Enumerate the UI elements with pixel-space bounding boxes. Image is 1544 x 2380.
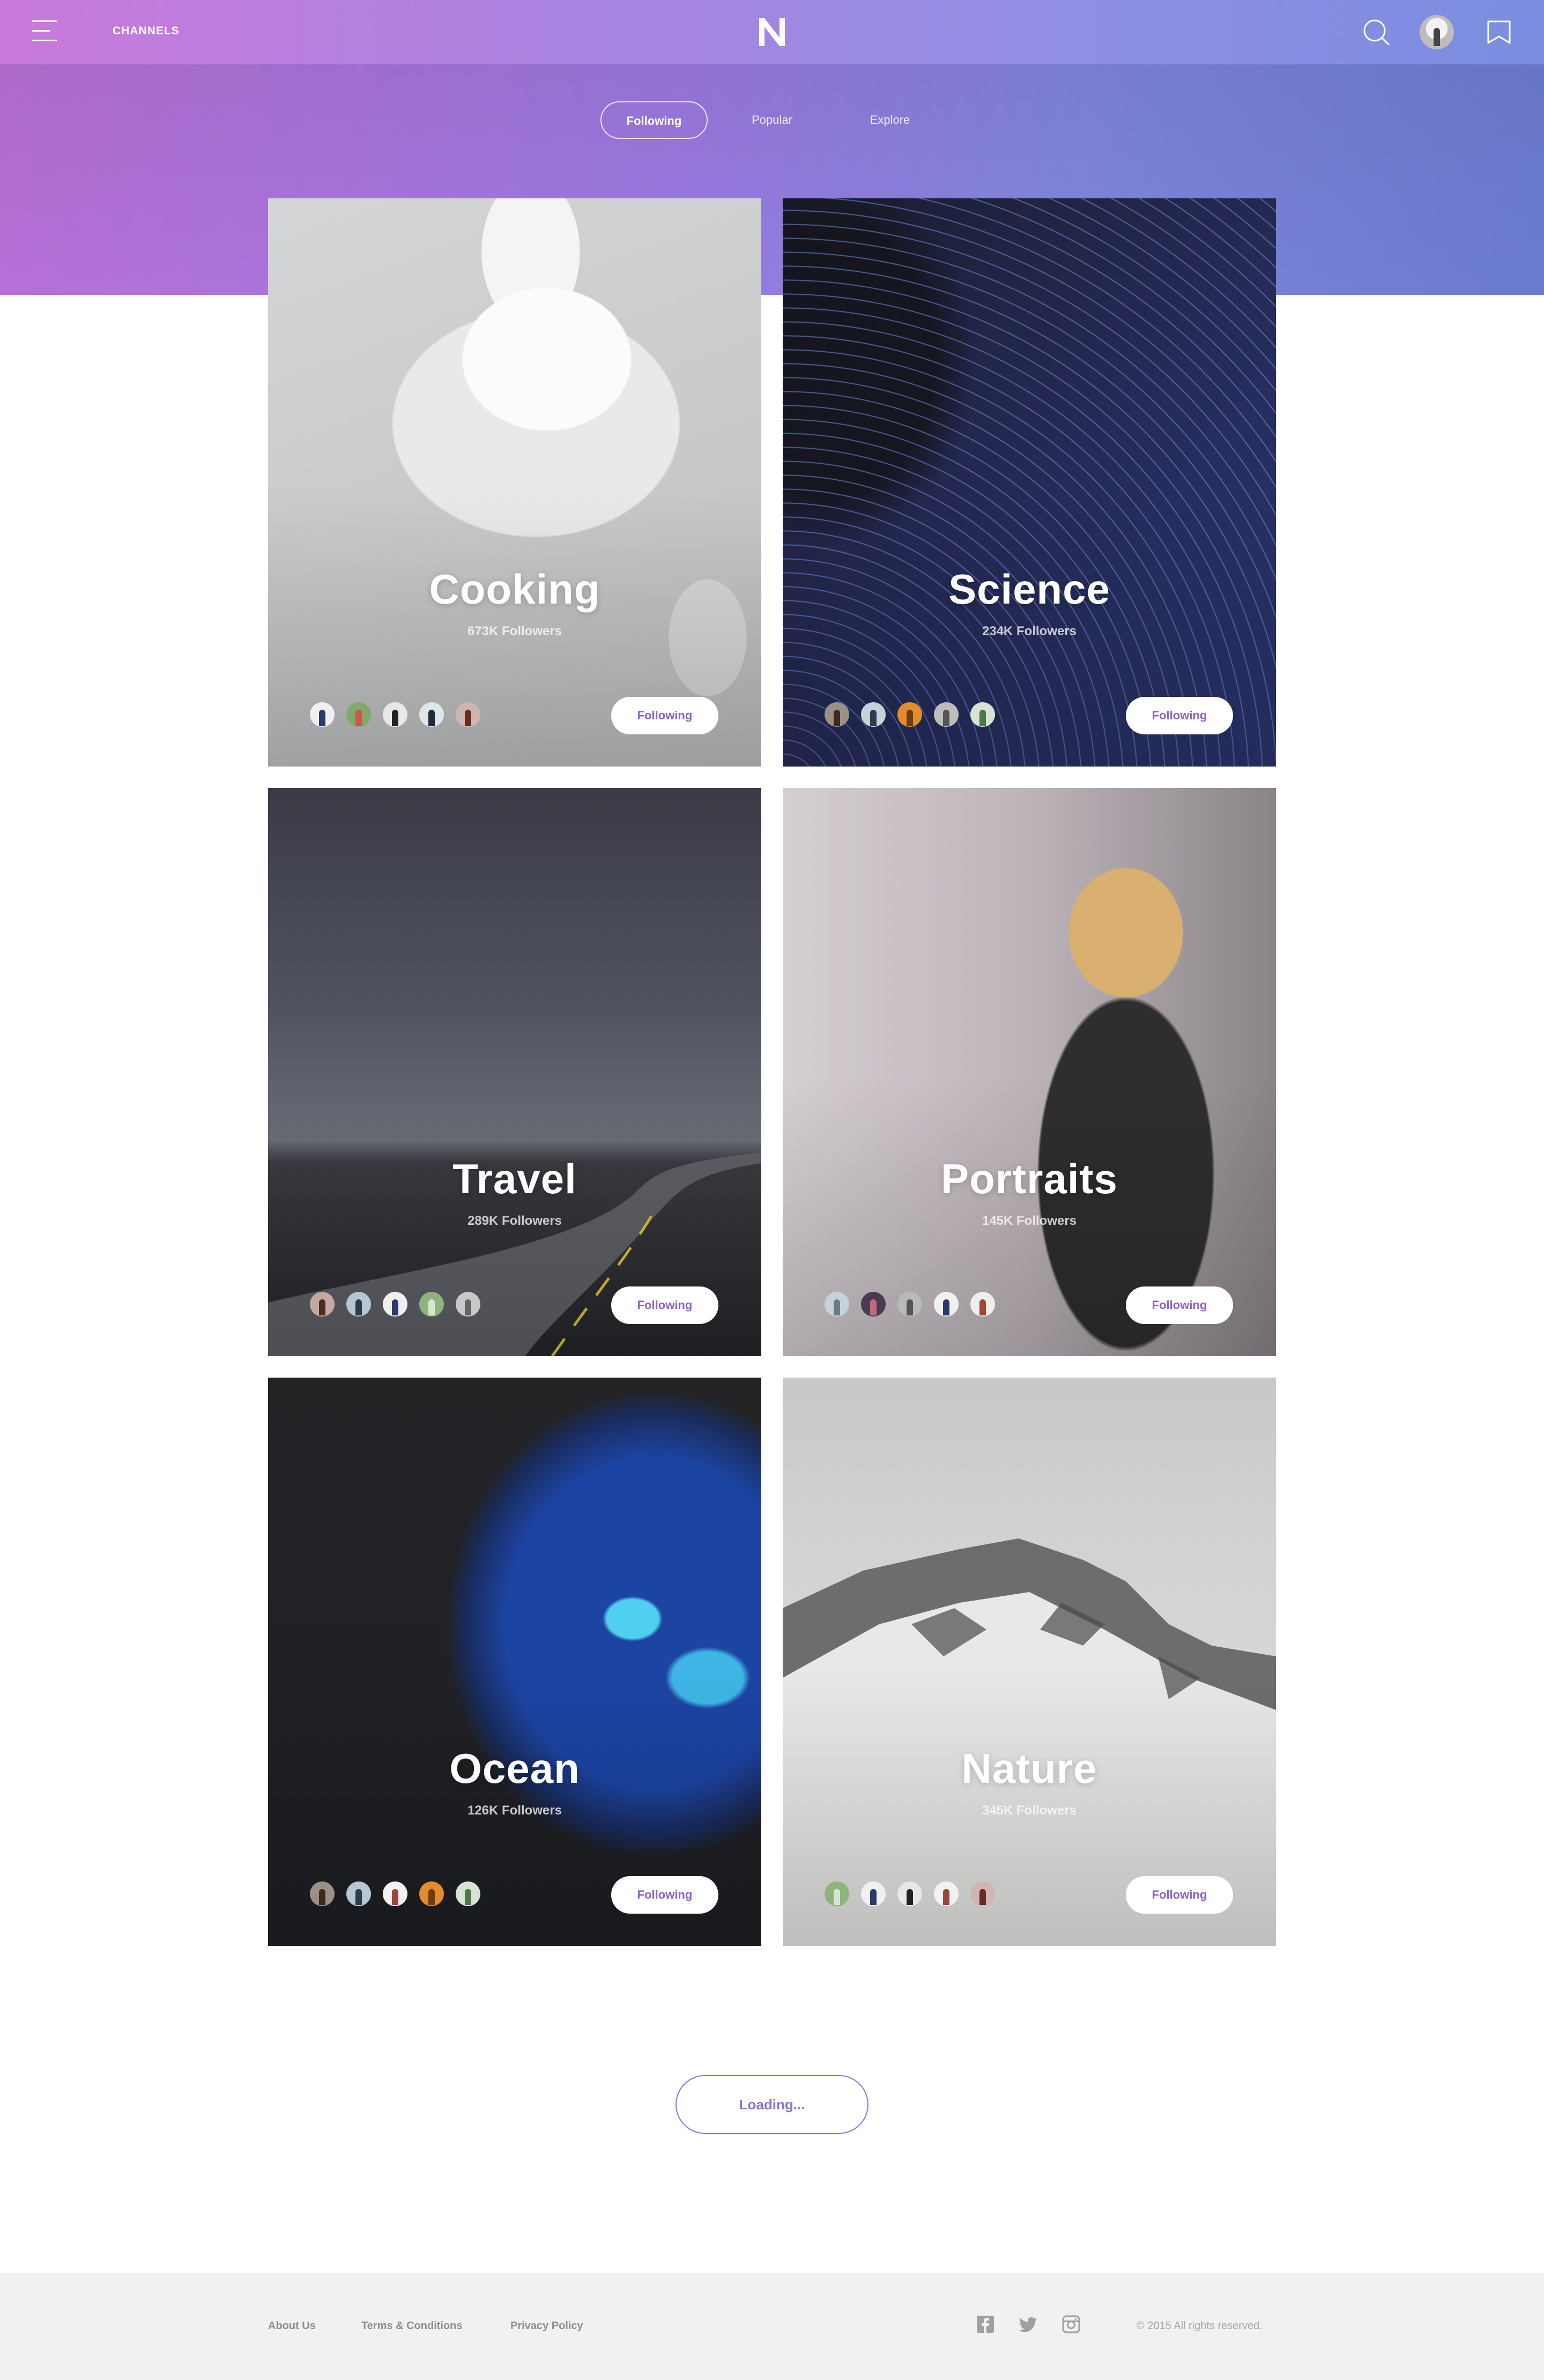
avatar[interactable] (310, 702, 335, 727)
following-button[interactable]: Following (611, 1286, 718, 1324)
avatar[interactable] (861, 1881, 886, 1906)
card-followers: 234K Followers (982, 624, 1077, 638)
following-button[interactable]: Following (1126, 1876, 1233, 1914)
following-button[interactable]: Following (1126, 697, 1233, 734)
card-followers: 289K Followers (467, 1214, 562, 1228)
avatar[interactable] (825, 1881, 849, 1906)
tab-following[interactable]: Following (600, 101, 708, 139)
card-title: Travel (452, 1155, 577, 1202)
following-button[interactable]: Following (611, 1876, 718, 1914)
footer-link-terms[interactable]: Terms & Conditions (361, 2320, 463, 2332)
facebook-icon[interactable] (976, 2315, 995, 2334)
card-followers: 345K Followers (982, 1803, 1077, 1818)
menu-icon[interactable] (32, 20, 57, 42)
card-followers: 673K Followers (467, 624, 562, 638)
avatar[interactable] (456, 1292, 480, 1317)
channel-card-science[interactable]: Science 234K Followers Following (783, 198, 1276, 767)
avatar[interactable] (825, 1292, 849, 1317)
avatar[interactable] (861, 1292, 886, 1317)
avatar[interactable] (383, 702, 407, 727)
follower-avatars (825, 1881, 1018, 1908)
avatar[interactable] (346, 702, 371, 727)
avatar[interactable] (970, 702, 995, 727)
footer-link-about[interactable]: About Us (268, 2320, 316, 2332)
avatar[interactable] (897, 1881, 922, 1906)
search-icon[interactable] (1362, 18, 1390, 46)
avatar[interactable] (934, 1881, 959, 1906)
channel-card-portraits[interactable]: Portraits 145K Followers Following (783, 788, 1276, 1356)
twitter-icon[interactable] (1019, 2315, 1038, 2334)
avatar[interactable] (456, 1881, 480, 1906)
instagram-icon[interactable] (1062, 2315, 1081, 2334)
avatar[interactable] (383, 1292, 407, 1317)
avatar[interactable] (419, 702, 444, 727)
card-title: Ocean (449, 1745, 580, 1792)
following-button[interactable]: Following (1126, 1286, 1233, 1324)
channel-card-ocean[interactable]: Ocean 126K Followers Following (268, 1378, 761, 1946)
avatar[interactable] (419, 1881, 444, 1906)
avatar[interactable] (310, 1881, 335, 1906)
avatar[interactable] (897, 702, 922, 727)
tab-popular[interactable]: Popular (718, 101, 826, 139)
avatar[interactable] (861, 702, 886, 727)
avatar[interactable] (346, 1292, 371, 1317)
avatar[interactable] (897, 1292, 922, 1317)
channel-tabs: Following Popular Explore (0, 101, 1544, 139)
avatar[interactable] (934, 702, 959, 727)
avatar[interactable] (825, 702, 849, 727)
bookmark-icon[interactable] (1486, 19, 1512, 45)
follower-avatars (310, 702, 503, 729)
avatar[interactable] (310, 1292, 335, 1317)
card-title: Portraits (941, 1155, 1118, 1202)
avatar[interactable] (970, 1881, 995, 1906)
card-title: Nature (961, 1745, 1097, 1792)
follower-avatars (825, 1292, 1018, 1319)
following-button[interactable]: Following (611, 697, 718, 734)
logo-icon[interactable] (757, 16, 787, 47)
avatar[interactable] (346, 1881, 371, 1906)
channel-card-cooking[interactable]: Cooking 673K Followers Following (268, 198, 761, 767)
avatar[interactable] (970, 1292, 995, 1317)
footer-link-privacy[interactable]: Privacy Policy (510, 2320, 583, 2332)
avatar[interactable] (419, 1292, 444, 1317)
card-title: Science (948, 566, 1110, 613)
channel-card-travel[interactable]: Travel 289K Followers Following (268, 788, 761, 1356)
follower-avatars (825, 702, 1018, 729)
avatar[interactable] (1420, 15, 1454, 49)
avatar[interactable] (456, 702, 480, 727)
copyright-text: © 2015 All rights reserved. (1137, 2320, 1263, 2332)
channel-card-nature[interactable]: Nature 345K Followers Following (783, 1378, 1276, 1946)
card-followers: 126K Followers (467, 1803, 562, 1818)
follower-avatars (310, 1292, 503, 1319)
footer: About Us Terms & Conditions Privacy Poli… (0, 2273, 1544, 2380)
loading-button[interactable]: Loading... (676, 2075, 868, 2134)
top-navbar: CHANNELS (0, 0, 1544, 64)
avatar[interactable] (934, 1292, 959, 1317)
avatar[interactable] (383, 1881, 407, 1906)
channels-label[interactable]: CHANNELS (113, 25, 180, 38)
follower-avatars (310, 1881, 503, 1908)
card-title: Cooking (429, 566, 600, 613)
card-followers: 145K Followers (982, 1214, 1077, 1228)
tab-explore[interactable]: Explore (836, 101, 944, 139)
